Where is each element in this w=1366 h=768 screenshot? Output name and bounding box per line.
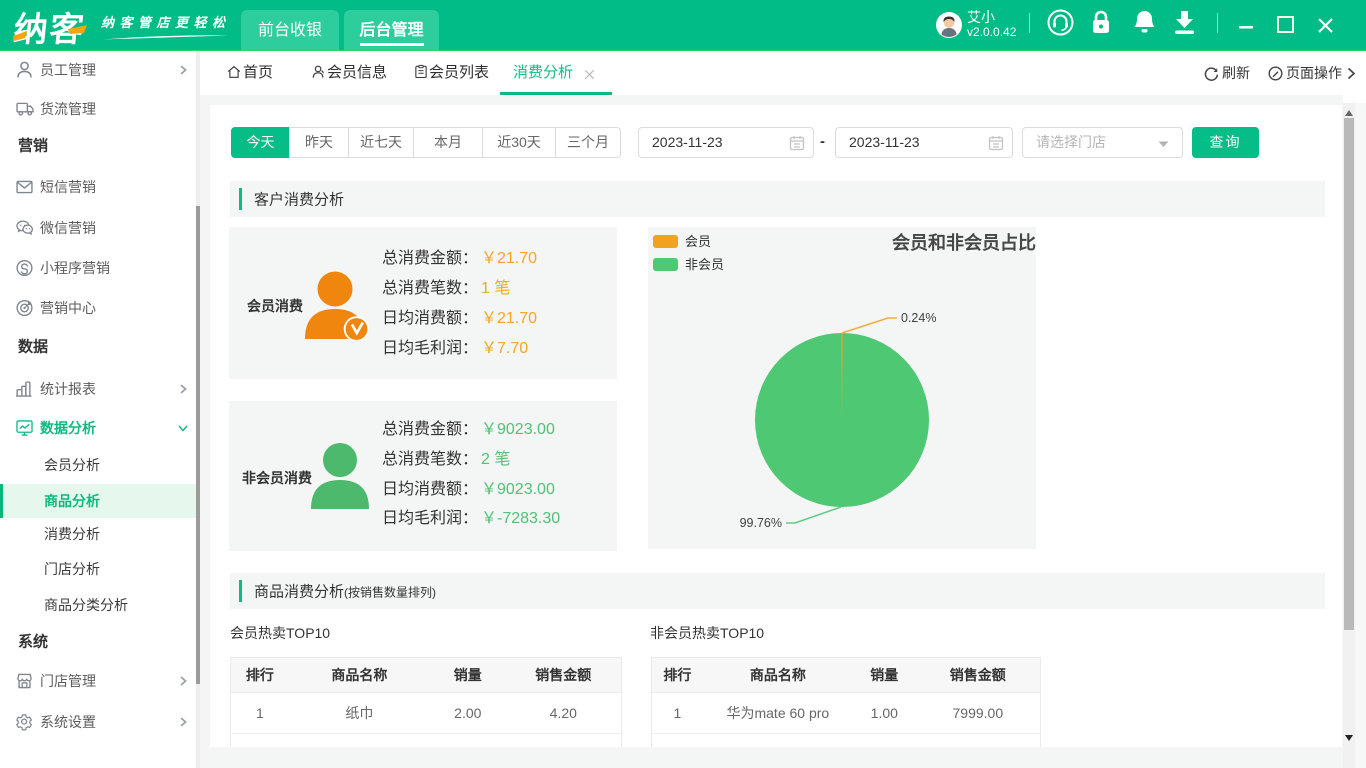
svg-text:0.24%: 0.24%: [901, 311, 936, 325]
svg-text:99.76%: 99.76%: [740, 516, 782, 530]
svg-text:会员和非会员占比: 会员和非会员占比: [892, 232, 1036, 253]
svg-text:非会员: 非会员: [685, 257, 724, 272]
svg-text:会员: 会员: [685, 234, 711, 249]
